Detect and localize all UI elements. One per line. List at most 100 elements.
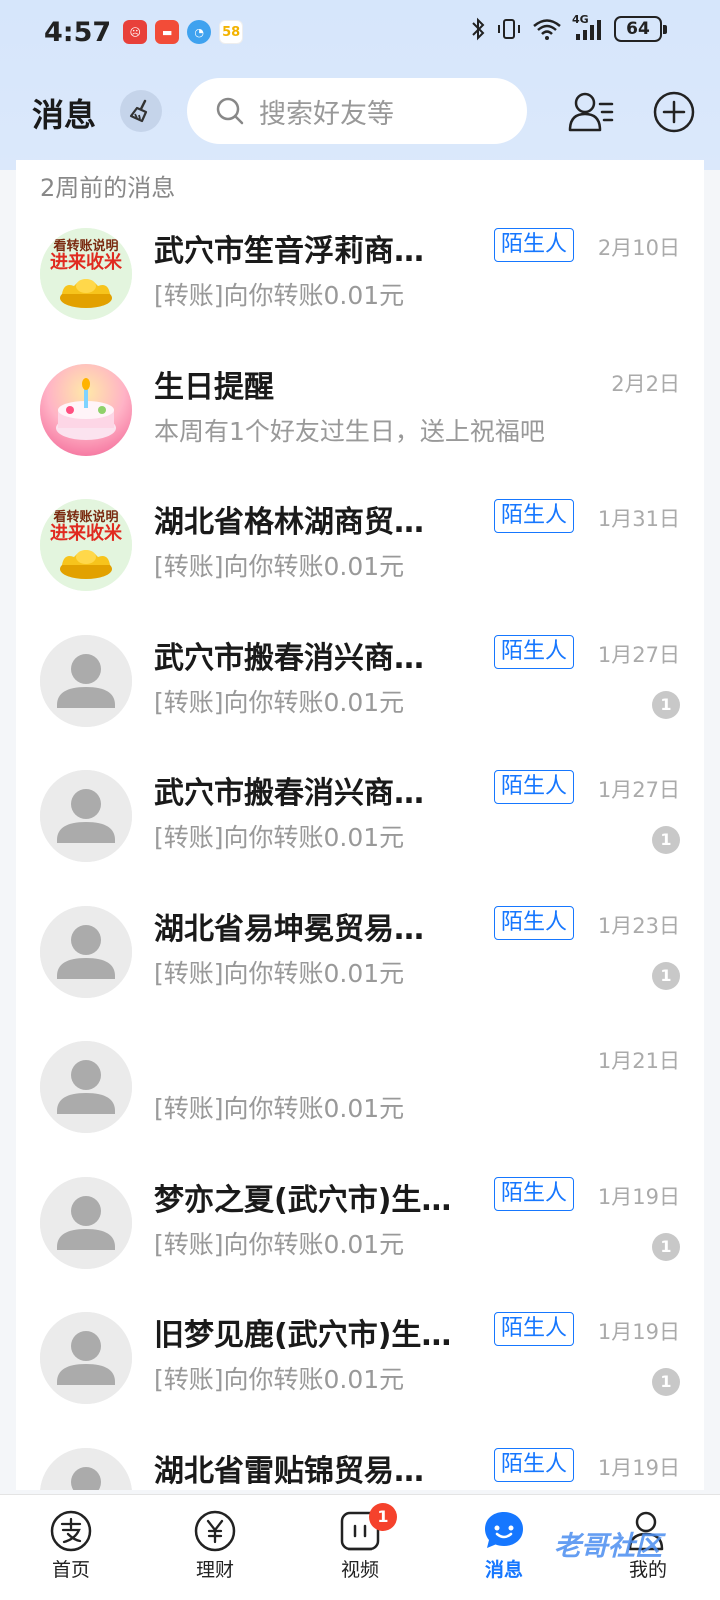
- message-row[interactable]: 看转账说明 进来收米 武穴市笙音浮莉商… 陌生人 2月10日 [转账]向你转账0.01元: [16, 206, 704, 344]
- message-preview: [转账]向你转账0.01元: [154, 552, 405, 581]
- message-date: 1月19日: [597, 1184, 680, 1209]
- message-row[interactable]: 生日提醒 2月2日本周有1个好友过生日，送上祝福吧: [16, 342, 704, 480]
- default-avatar-icon: [40, 770, 132, 862]
- face-app-icon: ☹: [123, 20, 148, 44]
- default-avatar-icon: [40, 1447, 132, 1490]
- contacts-icon: [568, 92, 614, 132]
- stranger-tag: 陌生人: [494, 228, 575, 262]
- video-badge: 1: [369, 1503, 397, 1531]
- wifi-icon: [533, 19, 561, 40]
- search-input[interactable]: 搜索好友等: [187, 78, 527, 144]
- 58-app-icon: 58: [219, 20, 244, 44]
- stranger-tag: 陌生人: [494, 1176, 575, 1211]
- avatar[interactable]: [40, 363, 132, 456]
- default-avatar-icon: [40, 1312, 132, 1404]
- tab-label: 首页: [51, 1559, 90, 1581]
- stranger-tag: 陌生人: [494, 905, 575, 940]
- message-date: 1月19日: [597, 1320, 680, 1344]
- section-title: 2周前的消息: [40, 174, 176, 202]
- contact-name: 武穴市搬春消兴商…: [154, 776, 424, 811]
- message-row[interactable]: 湖北省易坤冕贸易… 陌生人 1月23日 [转账]向你转账0.01元 1: [16, 884, 704, 1022]
- avatar[interactable]: [40, 634, 132, 727]
- message-preview: [转账]向你转账0.01元: [154, 1094, 405, 1123]
- clear-unread-button[interactable]: [120, 90, 162, 132]
- header: 消息 搜索好友等: [0, 78, 720, 146]
- stranger-tag: 陌生人: [494, 1312, 575, 1346]
- vibrate-icon: [498, 19, 520, 39]
- signal-icon: 4G: [572, 13, 604, 42]
- message-date: 1月19日: [597, 1455, 680, 1480]
- avatar[interactable]: [40, 905, 132, 998]
- message-row[interactable]: 武穴市搬春消兴商… 陌生人 1月27日 [转账]向你转账0.01元 1: [16, 748, 704, 886]
- avatar-text-2: 进来收米: [50, 251, 123, 273]
- avatar[interactable]: 看转账说明 进来收米: [40, 228, 132, 320]
- avatar[interactable]: [40, 1447, 132, 1490]
- stranger-tag: 陌生人: [494, 1447, 575, 1482]
- message-preview: [转账]向你转账0.01元: [154, 1365, 405, 1394]
- unread-badge: 1: [652, 1232, 680, 1261]
- page-title: 消息: [32, 96, 97, 134]
- tab-messages[interactable]: 消息: [449, 1503, 559, 1595]
- broom-icon: [129, 99, 148, 123]
- tab-home[interactable]: 首页: [16, 1503, 126, 1595]
- contact-name: 湖北省格林湖商贸…: [154, 505, 424, 540]
- stranger-tag: 陌生人: [494, 770, 575, 804]
- message-row[interactable]: 梦亦之夏(武穴市)生… 陌生人 1月19日 [转账]向你转账0.01元 1: [16, 1155, 704, 1293]
- status-indicators: 4G 64: [470, 13, 667, 42]
- search-placeholder: 搜索好友等: [259, 98, 394, 130]
- contact-name: 武穴市搬春消兴商…: [154, 640, 424, 676]
- tab-label: 理财: [195, 1559, 234, 1581]
- default-avatar-icon: [40, 905, 132, 998]
- message-row[interactable]: 武穴市搬春消兴商… 陌生人 1月27日 [转账]向你转账0.01元 1: [16, 613, 704, 751]
- contact-name: 生日提醒: [154, 369, 274, 405]
- avatar-text-2: 进来收米: [50, 522, 123, 544]
- stranger-tag: 陌生人: [494, 499, 575, 533]
- message-date: 1月27日: [597, 778, 680, 802]
- bluetooth-icon: [472, 17, 485, 41]
- message-date: 2月2日: [611, 371, 680, 396]
- avatar[interactable]: [40, 1312, 132, 1404]
- contact-name: 梦亦之夏(武穴市)生…: [154, 1182, 452, 1218]
- message-preview: [转账]向你转账0.01元: [154, 281, 405, 310]
- battery-indicator: 64: [614, 16, 667, 42]
- cake-avatar-icon: [40, 363, 132, 456]
- search-icon: [216, 97, 244, 125]
- watermark: 老哥社区: [554, 1531, 662, 1562]
- message-preview: 本周有1个好友过生日，送上祝福吧: [154, 416, 545, 446]
- message-preview: [转账]向你转账0.01元: [154, 687, 405, 717]
- message-row[interactable]: 1月21日 [转账]向你转账0.01元: [16, 1019, 704, 1157]
- gold-ingot-avatar-icon: 看转账说明进来收米: [40, 228, 132, 320]
- plus-circle-icon: [653, 91, 695, 133]
- status-bar: 4:57 ☹ ▬ ◔ 58 4G 64: [0, 0, 720, 64]
- message-date: 1月31日: [597, 507, 680, 531]
- message-row[interactable]: 看转账说明 进来收米 湖北省格林湖商贸… 陌生人 1月31日 [转账]向你转账0.01元: [16, 477, 704, 615]
- message-date: 1月23日: [597, 913, 680, 938]
- avatar[interactable]: [40, 1176, 132, 1269]
- avatar[interactable]: 看转账说明 进来收米: [40, 499, 132, 591]
- red-app-icon: ▬: [155, 20, 180, 44]
- tab-wealth[interactable]: 理财: [160, 1503, 270, 1595]
- avatar[interactable]: [40, 770, 132, 862]
- status-time: 4:57: [44, 16, 112, 48]
- unread-badge: 1: [652, 826, 680, 854]
- message-preview: [转账]向你转账0.01元: [154, 823, 405, 852]
- tab-video[interactable]: 1 视频: [305, 1503, 415, 1595]
- tab-label: 消息: [484, 1559, 523, 1581]
- contacts-button[interactable]: [568, 90, 614, 134]
- message-preview: [转账]向你转账0.01元: [154, 1229, 405, 1259]
- message-date: 1月21日: [597, 1049, 680, 1073]
- gold-ingot-avatar-icon: 看转账说明进来收米: [40, 499, 132, 591]
- contact-name: 旧梦见鹿(武穴市)生…: [154, 1318, 452, 1353]
- yuan-icon: [194, 1510, 236, 1552]
- unread-badge: 1: [652, 690, 680, 719]
- message-row[interactable]: 旧梦见鹿(武穴市)生… 陌生人 1月19日 [转账]向你转账0.01元 1: [16, 1290, 704, 1428]
- message-date: 2月10日: [597, 236, 680, 260]
- tab-label: 视频: [340, 1559, 379, 1581]
- message-date: 1月27日: [597, 642, 680, 667]
- message-list: 2周前的消息 看转账说明 进来收米 武穴市笙音浮莉商… 陌生人 2月10日 [转账]向你转…: [16, 160, 704, 1490]
- add-button[interactable]: [652, 90, 696, 134]
- message-row[interactable]: 湖北省雷贴锦贸易…陌生人1月19日[转账]向你转账0.01元: [16, 1426, 704, 1490]
- default-avatar-icon: [40, 1041, 132, 1133]
- alipay-icon: [50, 1510, 92, 1552]
- avatar[interactable]: [40, 1041, 132, 1133]
